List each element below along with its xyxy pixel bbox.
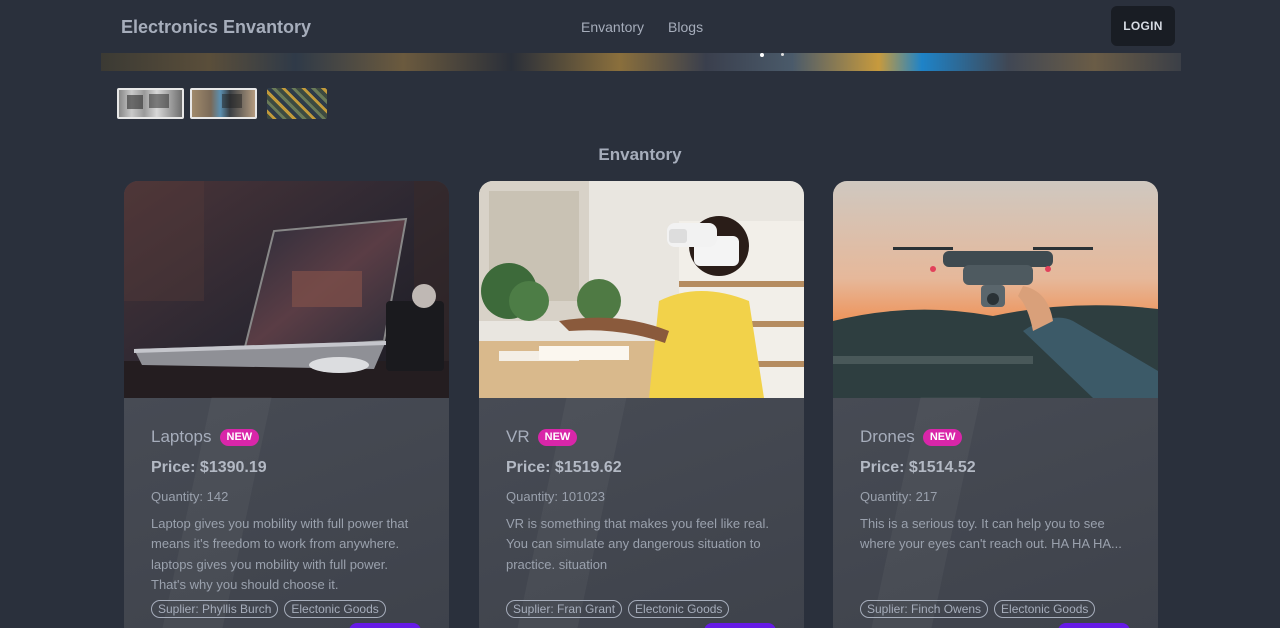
card-quantity: Quantity: 101023 (506, 489, 606, 504)
product-image-vr (479, 181, 804, 398)
card-title: Drones (860, 427, 915, 446)
card-body: Laptops NEW Price: $1390.19 Quantity: 14… (151, 427, 426, 596)
product-image-drone (833, 181, 1158, 398)
section-title: Envantory (598, 145, 682, 164)
card-action-button[interactable] (704, 623, 776, 628)
card-price: Price: $1514.52 (860, 459, 976, 476)
card-tags: Suplier: Fran Grant Electonic Goods (506, 600, 730, 618)
product-card-vr: VR NEW Price: $1519.62 Quantity: 101023 … (479, 181, 804, 628)
nav-link-blogs[interactable]: Blogs (668, 19, 703, 35)
card-quantity: Quantity: 142 (151, 489, 229, 504)
new-badge: NEW (537, 428, 578, 446)
product-card-laptops: Laptops NEW Price: $1390.19 Quantity: 14… (124, 181, 449, 628)
navbar: Electronics Envantory Envantory Blogs LO… (0, 0, 1280, 54)
carousel-thumbnails (117, 88, 327, 119)
card-title: VR (506, 427, 530, 446)
card-description: This is a serious toy. It can help you t… (860, 516, 1122, 552)
supplier-tag: Suplier: Fran Grant (506, 600, 623, 618)
card-body: Drones NEW Price: $1514.52 Quantity: 217… (860, 427, 1135, 596)
carousel-thumbnail-3[interactable] (267, 88, 327, 119)
category-tag: Electonic Goods (994, 600, 1096, 618)
login-button[interactable]: LOGIN (1111, 6, 1175, 46)
new-badge: NEW (922, 428, 963, 446)
card-description: Laptop gives you mobility with full powe… (151, 516, 409, 592)
card-action-button[interactable] (1058, 623, 1130, 628)
hero-carousel-image (101, 53, 1181, 71)
carousel-thumbnail-1[interactable] (117, 88, 184, 119)
card-body: VR NEW Price: $1519.62 Quantity: 101023 … (506, 427, 781, 596)
product-image-laptop (124, 181, 449, 398)
carousel-indicator[interactable] (781, 53, 784, 56)
nav-link-envantory[interactable]: Envantory (581, 19, 644, 35)
category-tag: Electonic Goods (628, 600, 730, 618)
card-tags: Suplier: Phyllis Burch Electonic Goods (151, 600, 386, 618)
card-price: Price: $1390.19 (151, 459, 267, 476)
supplier-tag: Suplier: Phyllis Burch (151, 600, 279, 618)
card-quantity: Quantity: 217 (860, 489, 938, 504)
carousel-thumbnail-2[interactable] (190, 88, 257, 119)
brand-title[interactable]: Electronics Envantory (121, 17, 311, 38)
new-badge: NEW (219, 428, 260, 446)
card-description: VR is something that makes you feel like… (506, 516, 770, 572)
card-tags: Suplier: Finch Owens Electonic Goods (860, 600, 1096, 618)
card-title: Laptops (151, 427, 212, 446)
product-card-drones: Drones NEW Price: $1514.52 Quantity: 217… (833, 181, 1158, 628)
card-price: Price: $1519.62 (506, 459, 622, 476)
carousel-indicator[interactable] (760, 53, 764, 57)
category-tag: Electonic Goods (284, 600, 386, 618)
nav-links: Envantory Blogs (581, 19, 703, 35)
card-action-button[interactable] (349, 623, 421, 628)
supplier-tag: Suplier: Finch Owens (860, 600, 989, 618)
